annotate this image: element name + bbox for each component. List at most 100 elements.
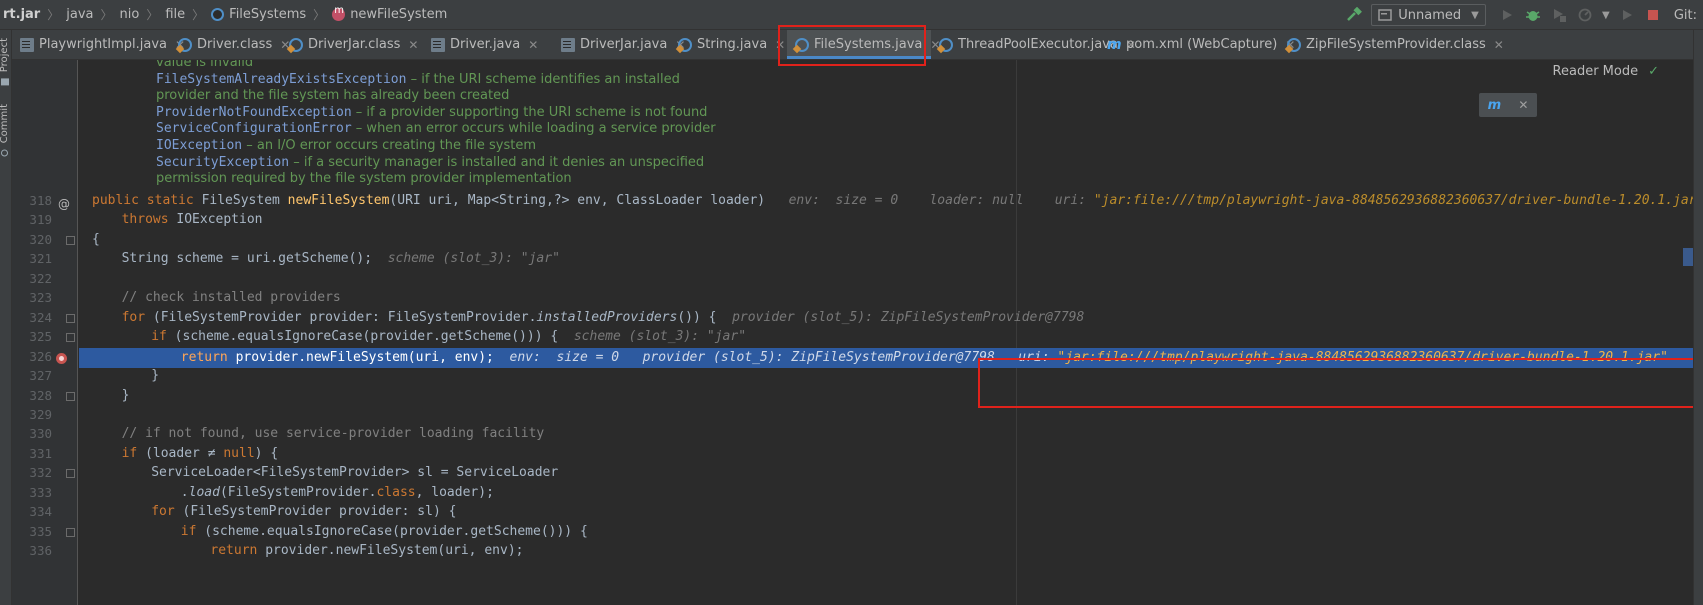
line-number: 320	[29, 231, 52, 247]
fold-icon[interactable]	[66, 235, 75, 245]
tab-threadpoolexecutor-java[interactable]: ThreadPoolExecutor.java ✕	[931, 30, 1136, 59]
fold-icon[interactable]	[66, 527, 75, 537]
tab-zipfilesystemprovider-class[interactable]: ZipFileSystemProvider.class ✕	[1279, 30, 1504, 59]
code-token: provider.newFileSystem(uri, env);	[235, 350, 494, 365]
javadoc-line: ServiceConfigurationError – when an erro…	[156, 120, 716, 138]
javadoc-exception-name: ProviderNotFoundException	[156, 104, 352, 120]
profiler-icon[interactable]	[1575, 5, 1595, 25]
code-line[interactable]: // if not found, use service-provider lo…	[92, 424, 545, 444]
commit-icon	[1, 149, 9, 157]
commit-tool-button[interactable]: Commit	[0, 104, 10, 157]
resume-icon[interactable]	[1617, 5, 1637, 25]
tab-driverjar-class[interactable]: DriverJar.class ✕	[281, 30, 423, 59]
debug-inline-value: scheme (slot_3): "jar"	[387, 251, 560, 267]
java-class-icon	[178, 37, 192, 52]
debug-inline-value: provider (slot_5): ZipFileSystemProvider…	[642, 350, 995, 365]
code-editor[interactable]: 318 319 320 321 322 323 324 325 326 327 328 329 330 3…	[12, 60, 1693, 605]
code-line[interactable]: if (scheme.equalsIgnoreCase(provider.get…	[92, 522, 588, 542]
javadoc-line: provider and the file system has already…	[156, 87, 509, 105]
tab-pom-xml-webcapture[interactable]: m pom.xml (WebCapture) ✕	[1099, 30, 1295, 59]
fold-icon[interactable]	[66, 333, 75, 343]
code-line[interactable]: for (FileSystemProvider provider: sl) {	[92, 502, 456, 522]
run-configuration-select[interactable]: Unnamed ▼	[1371, 4, 1486, 26]
javadoc-line: ProviderNotFoundException – if a provide…	[156, 104, 707, 122]
right-tool-window-strip	[1693, 30, 1703, 605]
close-tab-icon[interactable]: ✕	[528, 38, 538, 52]
tab-playwrightimpl-java[interactable]: PlaywrightImpl.java ✕	[12, 30, 185, 59]
code-line[interactable]: public static FileSystem newFileSystem(U…	[92, 191, 1693, 211]
code-token: (scheme.equalsIgnoreCase(provider.getSch…	[174, 329, 559, 345]
tab-driver-java[interactable]: Driver.java ✕	[423, 30, 553, 59]
breadcrumb-item-java[interactable]: java	[66, 7, 93, 22]
line-number: 324	[29, 309, 52, 325]
java-file-icon	[20, 37, 34, 52]
breadcrumb-separator-icon: 〉	[313, 8, 326, 22]
check-icon: ✓	[1648, 64, 1659, 79]
code-token: newFileSystem	[287, 193, 390, 208]
code-line[interactable]: return provider.newFileSystem(uri, env);	[92, 541, 523, 561]
tab-label: Driver.java	[450, 37, 521, 52]
tab-driverjar-java[interactable]: DriverJar.java ✕	[553, 30, 685, 59]
code-line[interactable]: ServiceLoader<FileSystemProvider> sl = S…	[92, 463, 558, 483]
stop-icon[interactable]	[1643, 5, 1663, 25]
close-tab-icon[interactable]: ✕	[408, 38, 418, 52]
maven-reload-popup[interactable]: m ✕	[1479, 93, 1537, 117]
tab-string-java[interactable]: String.java ✕	[670, 30, 787, 59]
debug-inline-value: uri:	[1054, 193, 1094, 208]
breadcrumb-item-class[interactable]: FileSystems	[211, 7, 306, 22]
code-token: ≠	[207, 445, 224, 461]
code-line[interactable]: for (FileSystemProvider provider: FileSy…	[92, 308, 1085, 328]
coverage-icon[interactable]	[1549, 5, 1569, 25]
code-line[interactable]: }	[92, 386, 130, 406]
build-hammer-icon[interactable]	[1344, 5, 1364, 25]
line-number: 319	[29, 212, 52, 228]
javadoc-text: – if a provider supporting the URI schem…	[351, 104, 708, 120]
maven-reload-icon[interactable]: m	[1488, 98, 1502, 113]
tab-driver-class[interactable]: Driver.class ✕	[170, 30, 290, 59]
close-icon[interactable]: ✕	[1518, 98, 1528, 112]
breadcrumb-separator-icon: 〉	[146, 8, 159, 22]
code-token: IOException	[176, 212, 263, 228]
code-line[interactable]: // check installed providers	[92, 288, 341, 308]
reader-mode-label: Reader Mode	[1552, 64, 1639, 79]
reader-mode-toggle[interactable]: Reader Mode ✓	[1553, 64, 1659, 79]
code-line[interactable]: if (loader ≠ null) {	[92, 444, 279, 464]
code-line[interactable]: .load(FileSystemProvider.class, loader);	[92, 483, 494, 503]
project-tool-label: Project	[0, 38, 10, 73]
fold-icon[interactable]	[66, 313, 75, 323]
java-class-icon	[1287, 37, 1301, 52]
run-icon[interactable]	[1497, 5, 1517, 25]
tab-label: ZipFileSystemProvider.class	[1306, 37, 1486, 52]
override-annotation-icon[interactable]: @	[58, 197, 70, 211]
debug-icon[interactable]	[1523, 5, 1543, 25]
code-line[interactable]: throws IOException	[92, 210, 263, 230]
close-tab-icon[interactable]: ✕	[1494, 38, 1504, 52]
breadcrumb-item-method[interactable]: newFileSystem	[332, 5, 447, 22]
method-icon	[332, 5, 346, 21]
code-line[interactable]: }	[92, 366, 159, 386]
more-run-options-chevron-icon[interactable]: ▼	[1601, 5, 1611, 25]
fold-icon[interactable]	[66, 391, 75, 401]
javadoc-exception-name: ServiceConfigurationError	[156, 121, 352, 137]
code-token: return	[210, 543, 266, 559]
left-tool-window-strip: Project Commit	[0, 30, 12, 605]
fold-icon[interactable]	[66, 469, 75, 479]
code-line[interactable]: {	[92, 230, 100, 250]
git-label[interactable]: Git:	[1674, 8, 1697, 23]
editor-gutter[interactable]: 318 319 320 321 322 323 324 325 326 327 328 329 330 3…	[12, 60, 78, 605]
breakpoint-icon[interactable]	[56, 353, 67, 364]
code-token: (URI uri, Map<String,?> env, ClassLoader…	[389, 193, 766, 208]
breadcrumb-item-jar[interactable]: rt.jar	[3, 7, 40, 22]
code-token: ) {	[254, 445, 279, 461]
code-line[interactable]: if (scheme.equalsIgnoreCase(provider.get…	[92, 327, 746, 347]
breadcrumb-item-file[interactable]: file	[165, 7, 185, 22]
project-tool-button[interactable]: Project	[0, 38, 10, 86]
code-comment: // if not found, use service-provider lo…	[121, 426, 545, 442]
code-token: (FileSystemProvider provider: FileSystem…	[152, 309, 537, 325]
code-token: return	[180, 350, 236, 365]
scrollbar-marker[interactable]	[1683, 248, 1693, 266]
code-token: provider.newFileSystem(uri, env);	[265, 543, 524, 559]
breadcrumb-item-nio[interactable]: nio	[120, 7, 140, 22]
javadoc-exception-name: SecurityException	[156, 154, 290, 170]
code-line[interactable]: String scheme = uri.getScheme(); scheme …	[92, 249, 560, 269]
